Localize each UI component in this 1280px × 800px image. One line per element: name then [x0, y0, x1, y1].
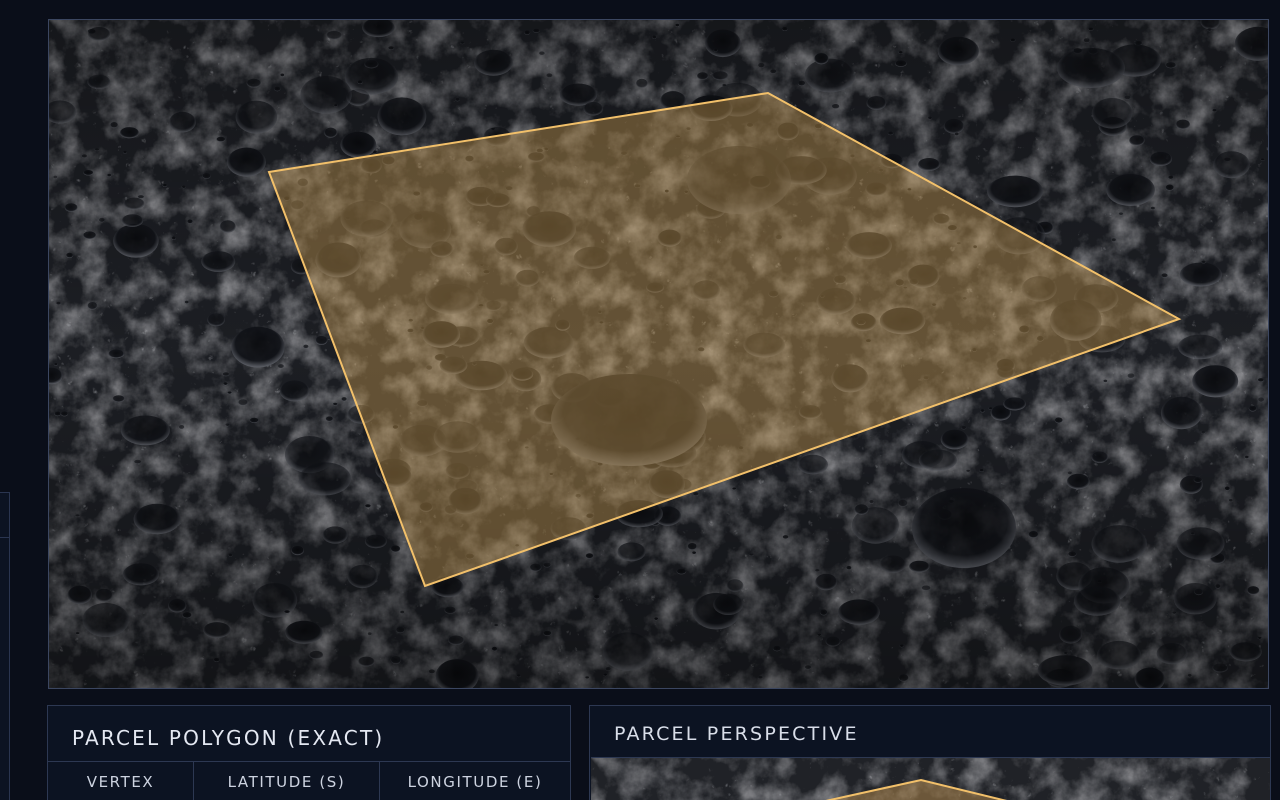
parcel-polygon-title: PARCEL POLYGON (EXACT): [72, 726, 385, 750]
parcel-perspective-panel: PARCEL PERSPECTIVE: [589, 705, 1271, 800]
side-panel-divider: [0, 537, 9, 538]
terrain-map-canvas[interactable]: [49, 20, 1268, 688]
column-header-latitude[interactable]: LATITUDE (S): [194, 762, 380, 800]
column-header-longitude[interactable]: LONGITUDE (E): [380, 762, 570, 800]
terrain-map-view[interactable]: [48, 19, 1269, 689]
parcel-viewer-page: PARCEL POLYGON (EXACT) VERTEX LATITUDE (…: [0, 0, 1280, 800]
vertex-table-header: VERTEX LATITUDE (S) LONGITUDE (E): [48, 761, 570, 800]
column-header-vertex[interactable]: VERTEX: [48, 762, 194, 800]
parcel-perspective-view[interactable]: [591, 757, 1270, 800]
parcel-perspective-title: PARCEL PERSPECTIVE: [614, 723, 859, 745]
parcel-polygon-panel: PARCEL POLYGON (EXACT) VERTEX LATITUDE (…: [47, 705, 571, 800]
side-panel-edge: [0, 492, 10, 800]
perspective-canvas: [591, 758, 1270, 800]
